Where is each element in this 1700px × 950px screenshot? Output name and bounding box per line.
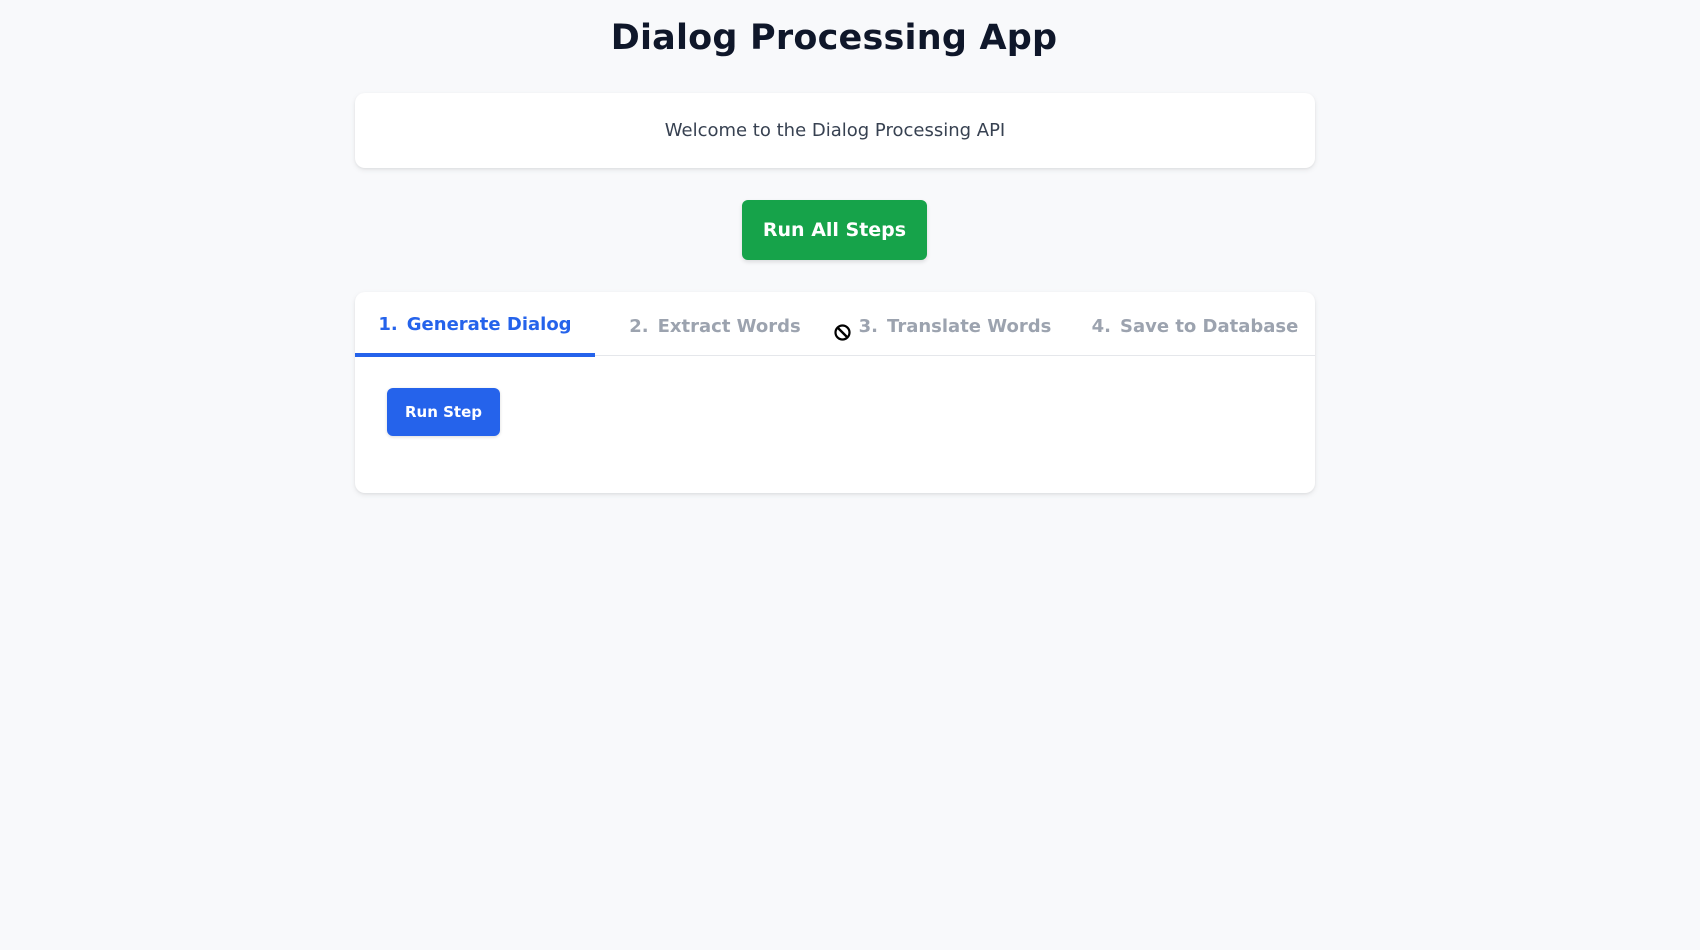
tab-save-to-database[interactable]: 4. Save to Database — [1075, 292, 1315, 356]
not-allowed-cursor-icon — [834, 324, 851, 341]
welcome-message: Welcome to the Dialog Processing API — [664, 120, 1006, 141]
tab-label: Translate Words — [887, 315, 1052, 337]
steps-card: 1. Generate Dialog 2. Extract Words 3. T… — [355, 292, 1315, 493]
run-step-button[interactable]: Run Step — [387, 388, 500, 436]
tab-number: 1. — [378, 313, 398, 335]
tab-label: Generate Dialog — [406, 313, 572, 335]
tab-number: 4. — [1091, 315, 1111, 337]
tab-label: Extract Words — [657, 315, 801, 337]
tab-extract-words[interactable]: 2. Extract Words — [595, 292, 835, 356]
tab-generate-dialog[interactable]: 1. Generate Dialog — [355, 292, 595, 357]
page-title: Dialog Processing App — [610, 18, 1058, 58]
tab-number: 3. — [858, 315, 879, 337]
tab-number: 2. — [629, 315, 649, 337]
tab-label: Save to Database — [1120, 315, 1299, 337]
run-all-steps-button[interactable]: Run All Steps — [742, 200, 927, 260]
tab-panel: Run Step — [355, 356, 1315, 468]
tab-translate-words[interactable]: 3. Translate Words — [835, 292, 1075, 356]
welcome-card: Welcome to the Dialog Processing API — [355, 93, 1315, 168]
